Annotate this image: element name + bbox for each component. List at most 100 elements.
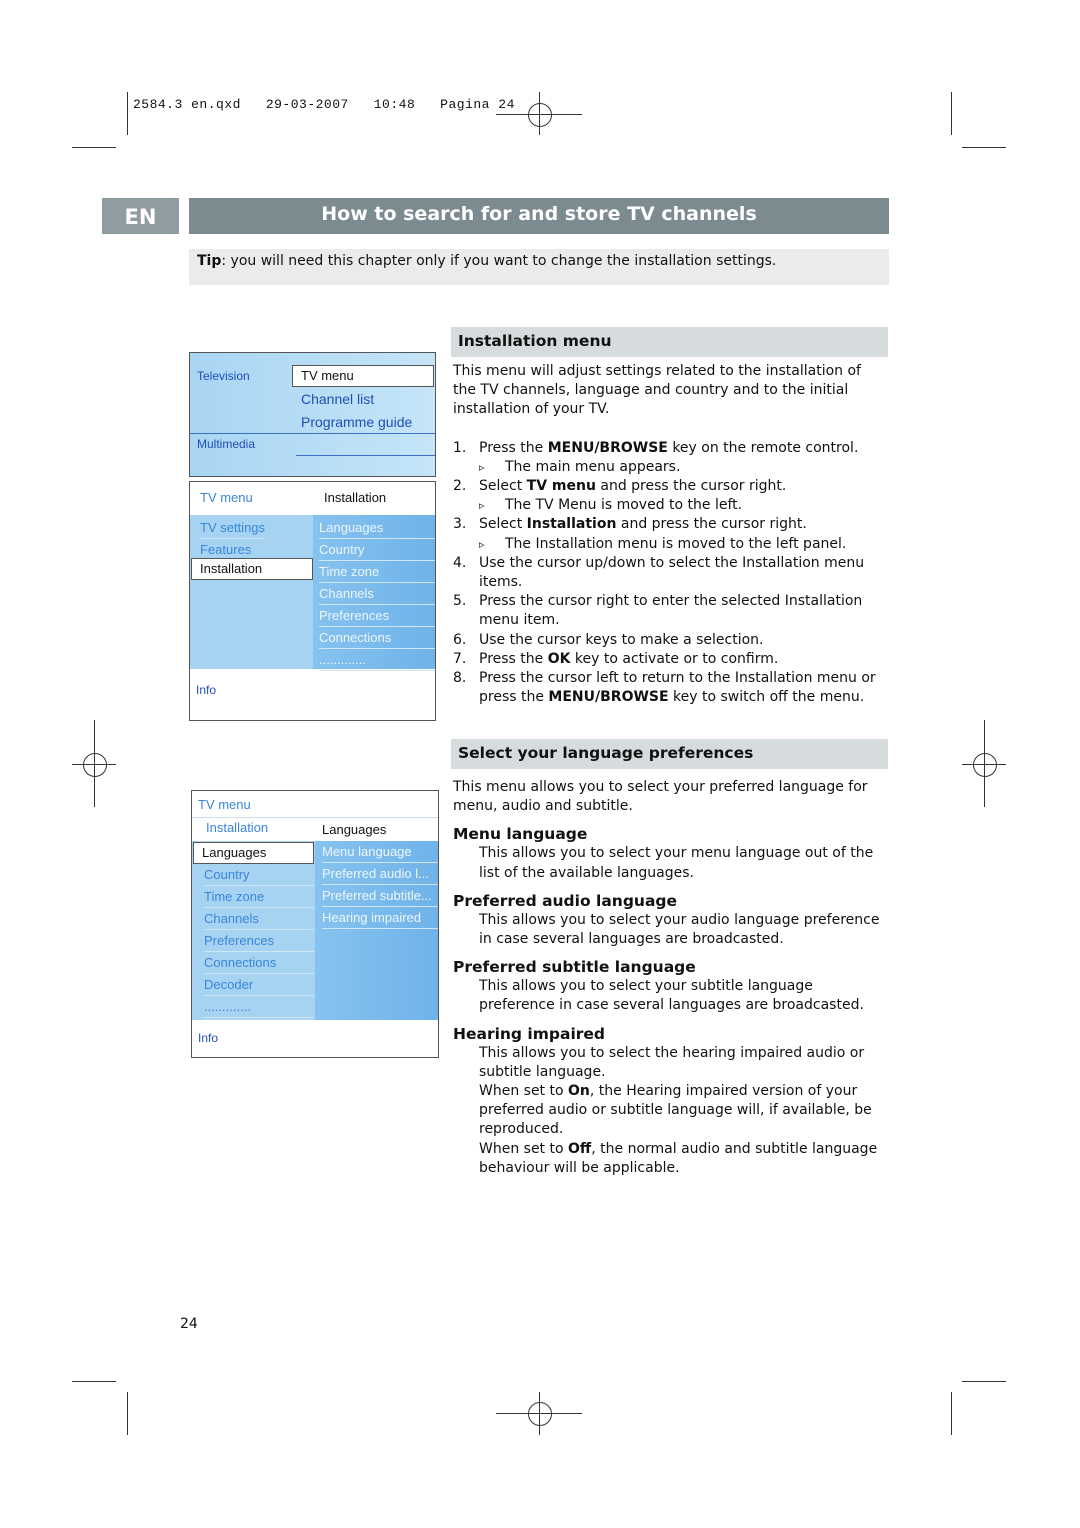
submenu-item[interactable]: Channels [319, 583, 435, 605]
submenu-item[interactable]: Time zone [319, 561, 435, 583]
languages-menu-panel: TV menu Installation Languages Info Lang… [191, 790, 439, 1058]
step-result: The TV Menu is moved to the left. [453, 496, 888, 515]
hearing-impaired-text: This allows you to select the hearing im… [479, 1044, 865, 1080]
section-heading-language: Select your language preferences [451, 739, 888, 769]
step-text: Press the [479, 439, 548, 456]
slug-time: 10:48 [373, 97, 416, 112]
step-number: 2. [453, 478, 467, 495]
step-number: 3. [453, 516, 467, 533]
step-text: Press the [479, 650, 548, 667]
submenu-item[interactable]: Preferred subtitle... [322, 885, 438, 907]
crop-mark [951, 92, 952, 135]
menu-item[interactable]: Preferences [204, 930, 314, 952]
step-key: Installation [526, 516, 617, 533]
menu-header-right: Installation [324, 490, 387, 505]
step-number: 1. [453, 439, 467, 456]
step-result: The Installation menu is moved to the le… [453, 535, 888, 554]
step-text: Select [479, 516, 527, 533]
crop-mark [127, 1392, 128, 1435]
info-label: Info [198, 1031, 219, 1045]
divider [192, 817, 438, 818]
registration-mark [528, 103, 552, 127]
step-result: The main menu appears. [453, 458, 888, 477]
slug-date: 29-03-2007 [265, 97, 349, 112]
step-key: OK [547, 650, 571, 667]
divider [296, 455, 435, 456]
subheading-audio-language: Preferred audio language [453, 891, 678, 910]
subtitle-language-text: This allows you to select your subtitle … [479, 978, 864, 1014]
menu-item[interactable]: Country [204, 864, 314, 886]
step-item: 8. Press the cursor left to return to the… [453, 669, 888, 707]
step-text: and press the cursor right. [616, 516, 807, 533]
menu-item-tv-settings[interactable]: TV settings [200, 517, 266, 539]
step-item: 4. Use the cursor up/down to select the I… [453, 554, 888, 592]
step-text: key to switch off the menu. [668, 689, 865, 706]
step-text: Use the cursor keys to make a selection. [479, 631, 764, 648]
step-number: 8. [453, 670, 467, 687]
menu-item[interactable]: Connections [204, 952, 314, 974]
step-key: MENU/BROWSE [547, 439, 668, 456]
step-number: 6. [453, 631, 467, 648]
menu-item[interactable]: ............. [204, 996, 314, 1018]
submenu-item[interactable]: Connections [319, 627, 435, 649]
page-number: 24 [180, 1316, 198, 1332]
crop-mark [951, 1392, 952, 1435]
tip-label: Tip [197, 253, 222, 269]
submenu-item[interactable]: ............. [319, 649, 435, 671]
tip-box: Tip: you will need this chapter only if … [189, 249, 889, 285]
language-intro: This menu allows you to select your pref… [453, 779, 868, 815]
registration-mark [528, 1402, 552, 1426]
menu-item-programme-guide[interactable]: Programme guide [301, 414, 412, 430]
tip-text: : you will need this chapter only if you… [221, 253, 777, 269]
language-tab: EN [102, 198, 179, 234]
steps-list: 1. Press the MENU/BROWSE key on the remot… [453, 439, 888, 708]
submenu-item[interactable]: Hearing impaired [322, 907, 438, 929]
submenu-item[interactable]: Country [319, 539, 435, 561]
menu-item[interactable]: Time zone [204, 886, 314, 908]
menu-title: TV menu [198, 797, 251, 812]
menu-item-television[interactable]: Television [197, 369, 250, 383]
step-item: 7. Press the OK key to activate or to con… [453, 650, 888, 669]
hearing-on-text: When set to On, the Hearing impaired ver… [479, 1083, 872, 1138]
menu-language-text: This allows you to select your menu lang… [479, 845, 874, 881]
installation-menu-panel: TV menu Installation TV settings Feature… [189, 481, 436, 721]
section-heading-installation: Installation menu [451, 327, 888, 357]
menu-item-languages[interactable]: Languages [193, 842, 314, 864]
step-number: 5. [453, 593, 467, 610]
step-text: Use the cursor up/down to select the Ins… [479, 554, 865, 591]
menu-item-installation[interactable]: Installation [191, 558, 313, 580]
menu-item-channel-list[interactable]: Channel list [301, 391, 374, 407]
subheading-hearing-impaired: Hearing impaired [453, 1024, 606, 1043]
submenu-item[interactable]: Languages [319, 517, 435, 539]
step-text: key to activate or to confirm. [570, 650, 779, 667]
step-number: 7. [453, 650, 467, 667]
main-menu-panel: Television Multimedia TV menu Channel li… [189, 352, 436, 477]
subheading-menu-language: Menu language [453, 825, 588, 844]
submenu-item[interactable]: Menu language [322, 841, 438, 863]
divider [190, 433, 435, 434]
step-item: 2. Select TV menu and press the cursor ri… [453, 477, 888, 496]
submenu-item[interactable]: Preferred audio l... [322, 863, 438, 885]
slug-file: 2584.3 en.qxd [133, 97, 241, 112]
step-text: key on the remote control. [667, 439, 859, 456]
menu-item[interactable]: Decoder [204, 974, 314, 996]
submenu-item[interactable]: Preferences [319, 605, 435, 627]
step-text: and press the cursor right. [595, 478, 787, 495]
step-item: 5. Press the cursor right to enter the se… [453, 592, 888, 630]
info-label: Info [196, 683, 217, 697]
step-item: 6. Use the cursor keys to make a selectio… [453, 631, 888, 650]
crop-mark [72, 147, 116, 148]
menu-item-tv-menu[interactable]: TV menu [292, 365, 434, 387]
crop-mark [127, 92, 128, 135]
menu-header-left: Installation [206, 820, 269, 835]
step-key: MENU/BROWSE [548, 689, 669, 706]
step-text: Select [479, 478, 527, 495]
menu-item[interactable]: Channels [204, 908, 314, 930]
hearing-off-text: When set to Off, the normal audio and su… [479, 1140, 878, 1176]
crop-mark [72, 1381, 116, 1382]
registration-mark [83, 753, 107, 777]
step-key: TV menu [526, 478, 596, 495]
audio-language-text: This allows you to select your audio lan… [479, 911, 880, 948]
menu-item-multimedia[interactable]: Multimedia [197, 437, 255, 451]
language-text: This menu allows you to select your pref… [453, 778, 888, 1178]
